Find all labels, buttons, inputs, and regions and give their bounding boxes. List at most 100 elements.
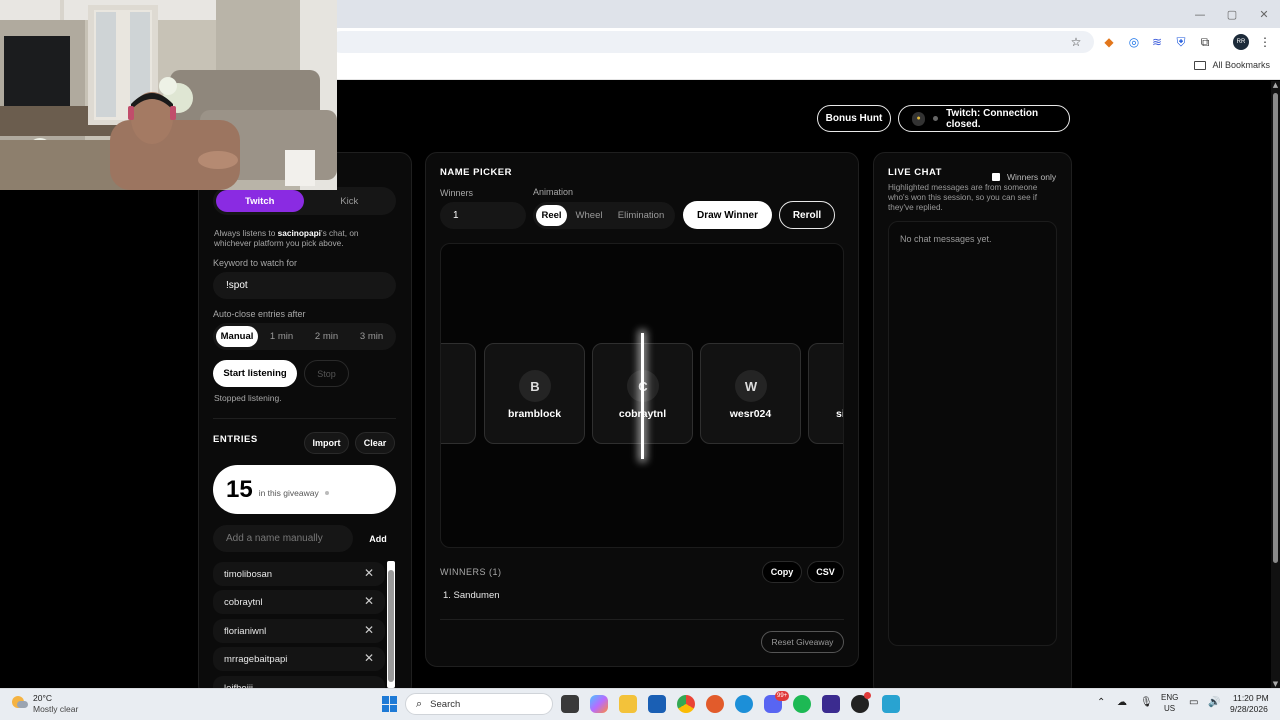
reel-card-avatar: W xyxy=(735,370,767,402)
chevron-up-icon[interactable]: ⌃ xyxy=(1097,697,1105,708)
reroll-button[interactable]: Reroll xyxy=(779,201,835,229)
profile-avatar[interactable]: RR xyxy=(1233,34,1249,50)
metamask-extension-icon[interactable]: ◆ xyxy=(1101,34,1117,50)
listening-status: Stopped listening. xyxy=(214,393,282,403)
list-item: mrragebaitpapi ✕ xyxy=(213,647,385,671)
maximize-icon[interactable]: ▢ xyxy=(1216,0,1248,28)
close-icon[interactable]: ✕ xyxy=(1248,0,1280,28)
winners-only-checkbox[interactable] xyxy=(992,173,1000,181)
reel-card: B bramblock xyxy=(484,343,585,444)
reel-card-name: bramblock xyxy=(507,408,562,420)
clear-button[interactable]: Clear xyxy=(355,432,395,454)
spotify-icon[interactable] xyxy=(793,695,811,713)
entry-name: florianiwnl xyxy=(224,625,267,637)
scrollbar-thumb[interactable] xyxy=(1273,93,1278,563)
autoclose-option-2min[interactable]: 2 min xyxy=(305,326,348,347)
network-icon[interactable]: ▭ xyxy=(1189,697,1198,708)
entries-scrollbar[interactable] xyxy=(387,561,395,688)
all-bookmarks-button[interactable]: All Bookmarks xyxy=(1194,60,1270,70)
scroll-up-icon[interactable]: ▲ xyxy=(1271,81,1280,89)
live-chat-title: LIVE CHAT xyxy=(888,167,942,178)
autoclose-option-1min[interactable]: 1 min xyxy=(260,326,303,347)
copy-button[interactable]: Copy xyxy=(762,561,802,583)
chrome-icon[interactable] xyxy=(677,695,695,713)
taskbar-search-box[interactable]: ⌕ Search xyxy=(405,693,553,715)
status-dot xyxy=(324,490,329,495)
live-chat-description: Highlighted messages are from someone wh… xyxy=(888,183,1038,212)
start-listening-button[interactable]: Start listening xyxy=(213,360,297,387)
tab-twitch[interactable]: Twitch xyxy=(216,190,304,212)
search-label: Search xyxy=(430,698,461,710)
bonus-hunt-button[interactable]: Bonus Hunt xyxy=(817,105,891,132)
notification-dot xyxy=(864,692,871,699)
connection-status-button[interactable]: ● Twitch: Connection closed. xyxy=(898,105,1070,132)
notepad-icon[interactable] xyxy=(882,695,900,713)
reel-card: si xyxy=(808,343,844,444)
file-explorer-icon[interactable] xyxy=(619,695,637,713)
divider xyxy=(440,619,844,620)
add-button[interactable]: Add xyxy=(360,525,396,552)
audio-extension-icon[interactable]: ≋ xyxy=(1149,34,1165,50)
microphone-icon[interactable]: 🎙 xyxy=(1140,697,1153,708)
draw-winner-button[interactable]: Draw Winner xyxy=(683,201,772,229)
remove-icon[interactable]: ✕ xyxy=(364,651,374,665)
edge-icon[interactable] xyxy=(735,695,753,713)
remove-icon[interactable]: ✕ xyxy=(364,594,374,608)
add-name-input[interactable]: Add a name manually xyxy=(213,525,353,552)
language-bottom[interactable]: US xyxy=(1164,704,1175,713)
winners-title: WINNERS (1) xyxy=(440,567,502,577)
scroll-down-icon[interactable]: ▼ xyxy=(1271,680,1280,688)
reel-stage: 0 B bramblock C cobraytnl W wesr024 si xyxy=(440,243,844,548)
import-button[interactable]: Import xyxy=(304,432,349,454)
autoclose-option-3min[interactable]: 3 min xyxy=(350,326,393,347)
firefox-icon[interactable] xyxy=(706,695,724,713)
copilot-icon[interactable] xyxy=(590,695,608,713)
star-icon[interactable]: ☆ xyxy=(1068,34,1084,50)
animation-option-elimination[interactable]: Elimination xyxy=(611,205,671,226)
list-item: cobraytnl ✕ xyxy=(213,590,385,614)
divider xyxy=(213,418,396,419)
reset-giveaway-button[interactable]: Reset Giveaway xyxy=(761,631,844,653)
animation-option-reel[interactable]: Reel xyxy=(536,205,567,226)
listen-note-channel: sacinopapi xyxy=(277,228,321,238)
entry-name: timolibosan xyxy=(224,568,273,580)
keyword-input[interactable]: !spot xyxy=(213,272,396,299)
animation-option-wheel[interactable]: Wheel xyxy=(569,205,609,226)
entry-name: cobraytnl xyxy=(224,596,263,608)
list-item: florianiwnl ✕ xyxy=(213,619,385,643)
chat-messages-box xyxy=(888,221,1057,646)
kebab-menu-icon[interactable]: ⋮ xyxy=(1257,34,1273,50)
puzzle-icon[interactable]: ⧉ xyxy=(1197,34,1213,50)
stop-button[interactable]: Stop xyxy=(304,360,349,387)
keyword-label: Keyword to watch for xyxy=(213,258,298,268)
winners-label: Winners xyxy=(440,188,474,198)
remove-icon[interactable]: ✕ xyxy=(364,623,374,637)
weather-icon[interactable] xyxy=(12,696,28,710)
clock-time[interactable]: 11:20 PM xyxy=(1233,693,1269,703)
remove-icon[interactable]: ✕ xyxy=(364,566,374,580)
tab-kick[interactable]: Kick xyxy=(306,190,394,212)
language-top[interactable]: ENG xyxy=(1161,693,1178,702)
bonus-hunt-label: Bonus Hunt xyxy=(825,113,883,124)
reel-card-name: si xyxy=(836,408,844,420)
store-icon[interactable] xyxy=(648,695,666,713)
shield-icon[interactable]: ⛨ xyxy=(1173,34,1189,50)
extension-icon[interactable]: ◎ xyxy=(1126,34,1142,50)
csv-button[interactable]: CSV xyxy=(807,561,844,583)
page-scrollbar[interactable]: ▲ ▼ xyxy=(1271,81,1280,688)
cloud-icon[interactable]: ☁ xyxy=(1117,697,1127,708)
windows-start-icon[interactable] xyxy=(382,696,398,712)
minimize-icon[interactable]: — xyxy=(1184,0,1216,28)
calendar-app-icon[interactable] xyxy=(822,695,840,713)
reel-card-name: wesr024 xyxy=(729,408,772,420)
autoclose-option-manual[interactable]: Manual xyxy=(216,326,259,347)
scrollbar-thumb[interactable] xyxy=(388,570,394,682)
task-view-icon[interactable] xyxy=(561,695,579,713)
connection-status-text: Twitch: Connection closed. xyxy=(946,107,1039,130)
search-icon: ⌕ xyxy=(416,697,423,710)
address-bar[interactable] xyxy=(330,31,1094,53)
clock-date[interactable]: 9/28/2026 xyxy=(1230,704,1268,714)
volume-icon[interactable]: 🔊 xyxy=(1208,697,1220,708)
winners-count-input[interactable]: 1 xyxy=(440,202,526,229)
reel-card-avatar: B xyxy=(519,370,551,402)
